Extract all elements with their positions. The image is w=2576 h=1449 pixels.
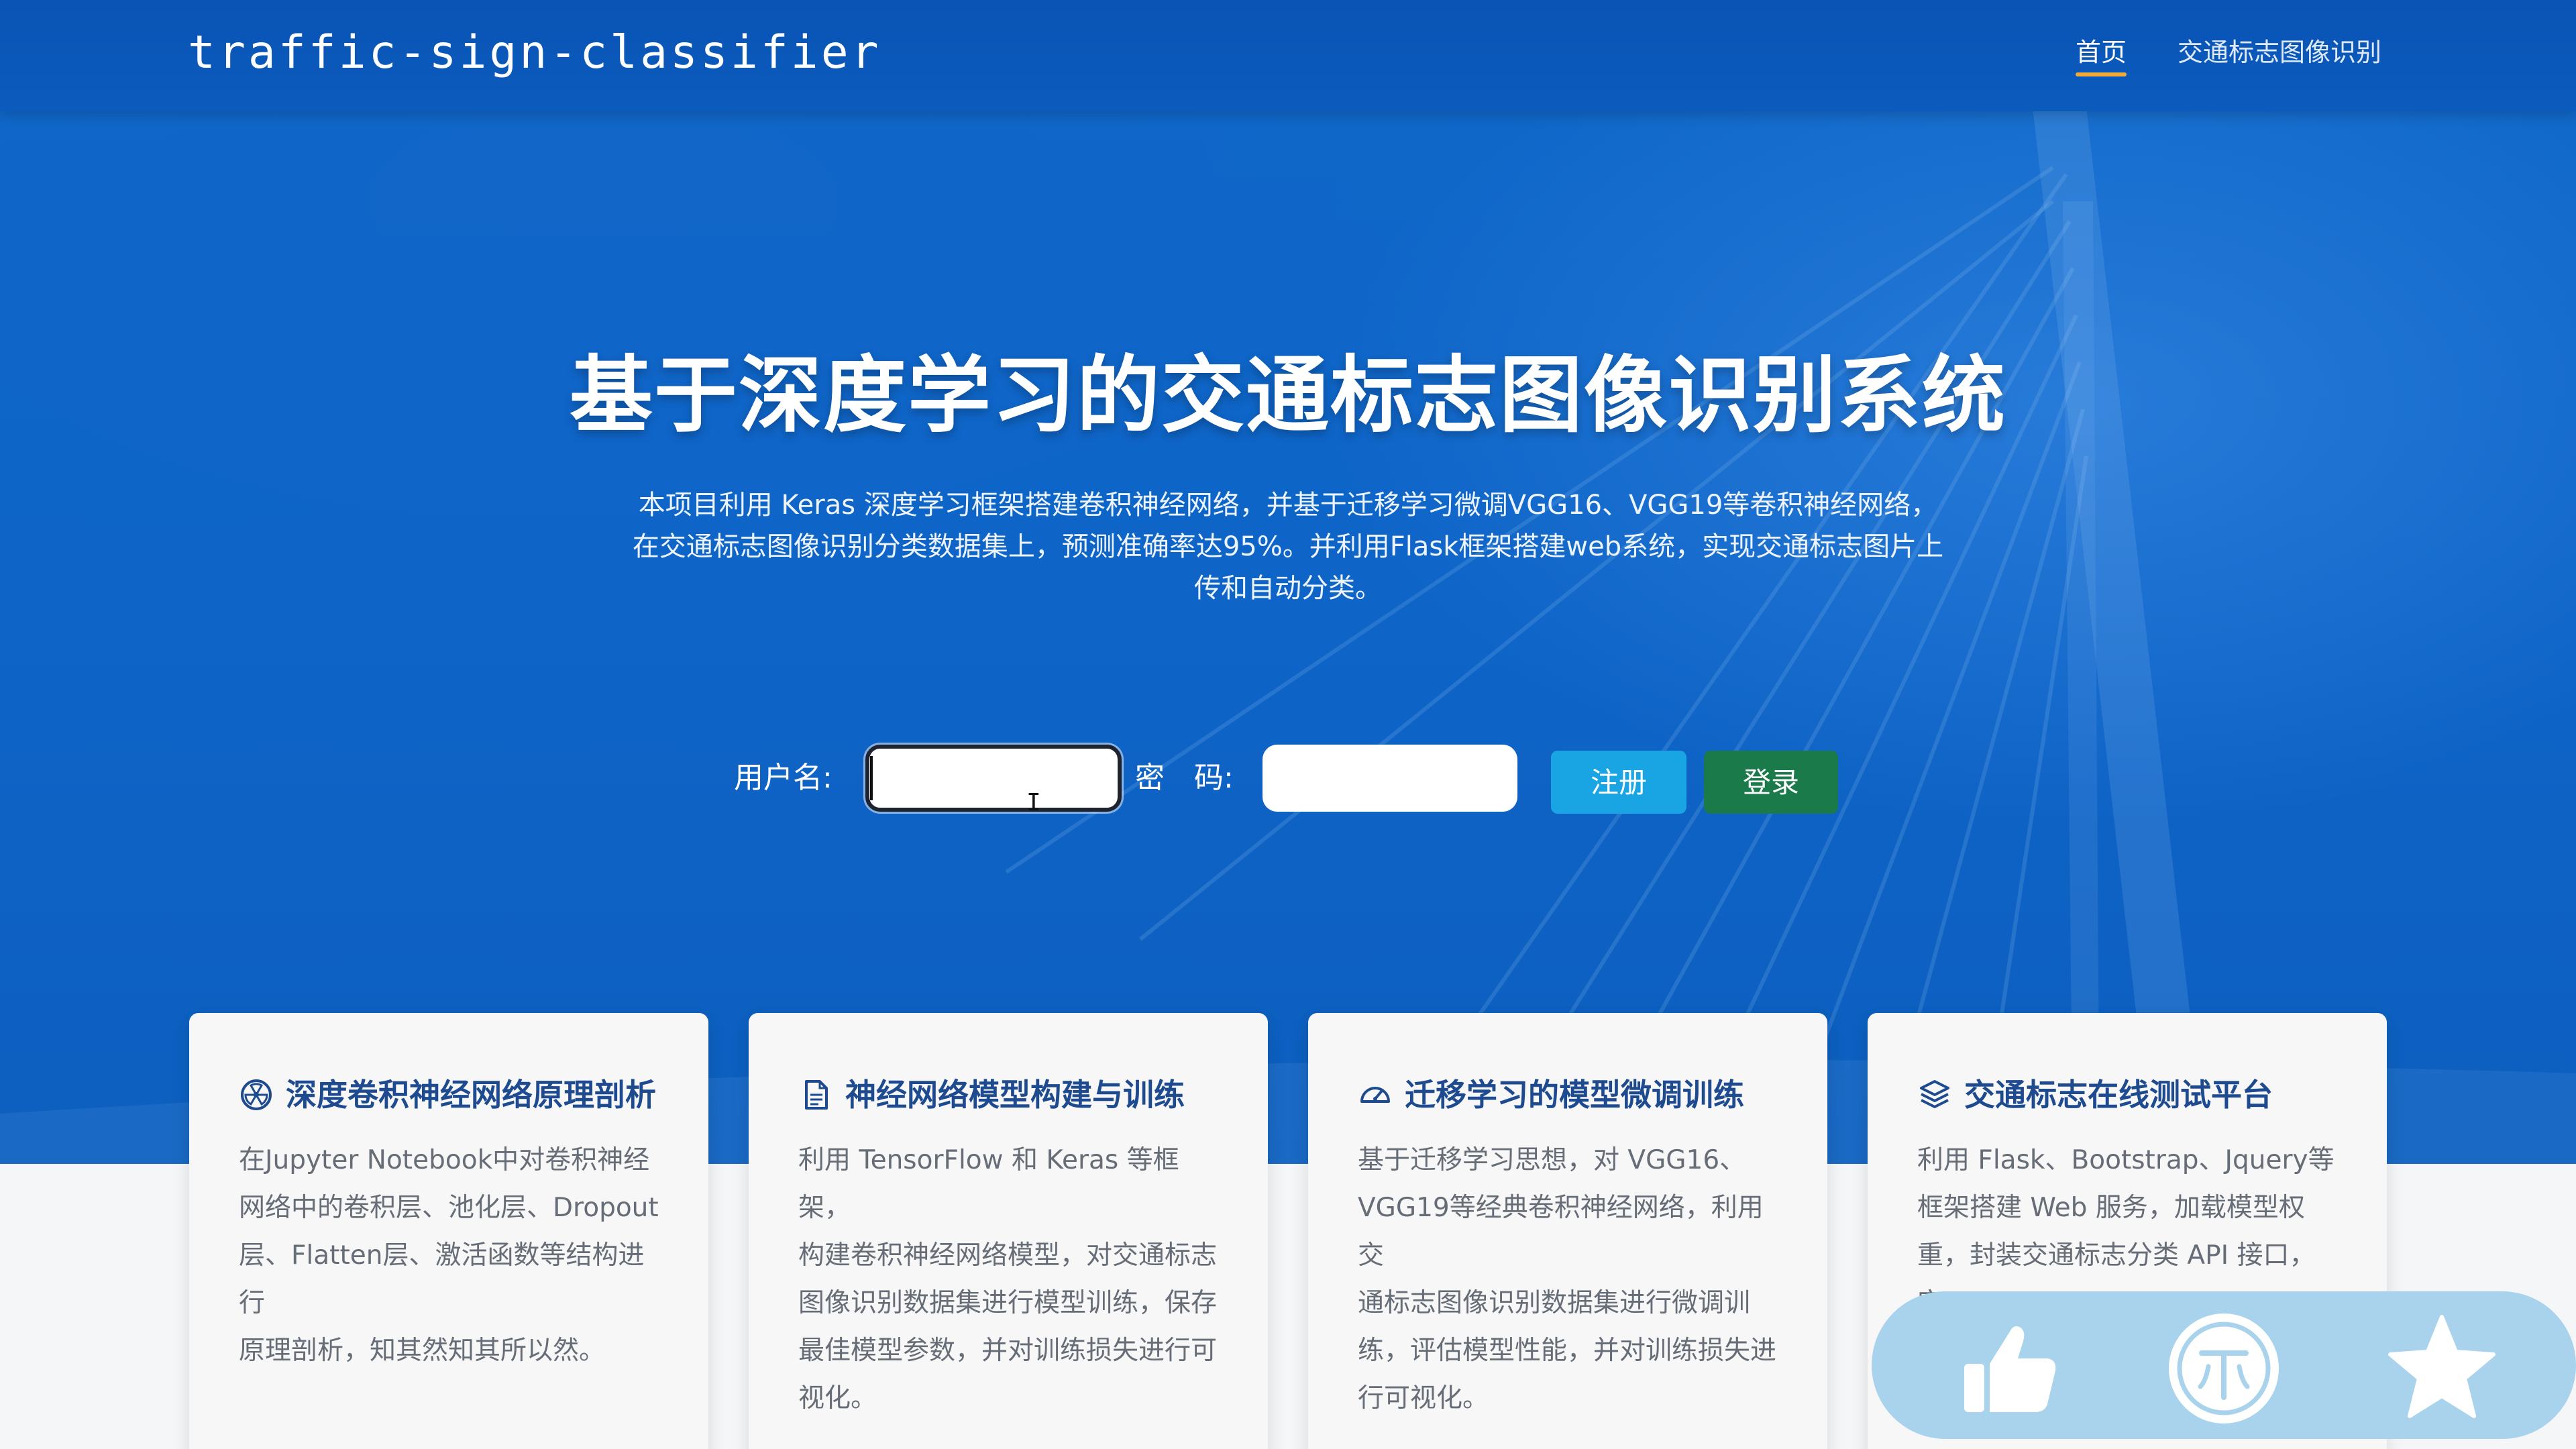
password-input[interactable] [1263, 745, 1517, 812]
thumbs-up-icon[interactable] [1952, 1311, 2066, 1426]
card-title-text: 神经网络模型构建与训练 [845, 1077, 1185, 1113]
card-title: 交通标志在线测试平台 [1917, 1073, 2339, 1116]
nav-item-label: 首页 [2076, 38, 2127, 67]
card-text-line: 行可视化。 [1358, 1383, 1489, 1413]
document-icon [805, 1080, 828, 1110]
nav-item-label: 交通标志图像识别 [2178, 38, 2382, 67]
floating-action-bar [1872, 1291, 2576, 1439]
text-caret [870, 756, 873, 800]
card-text-line: 基于迁移学习思想，对 VGG16、 [1358, 1145, 1746, 1175]
card-description: 在Jupyter Notebook中对卷积神经 网络中的卷积层、池化层、Drop… [239, 1136, 660, 1375]
card-text-line: 框架搭建 Web 服务，加载模型权 [1917, 1193, 2305, 1223]
card-description: 基于迁移学习思想，对 VGG16、 VGG19等经典卷积神经网络，利用交 通标志… [1358, 1136, 1779, 1422]
feature-card-model-training: 神经网络模型构建与训练 利用 TensorFlow 和 Keras 等框架， 构… [749, 1013, 1268, 1449]
card-text-line: 练，评估模型性能，并对训练损失进 [1358, 1336, 1777, 1366]
card-text-line: 网络中的卷积层、池化层、Dropout [239, 1193, 659, 1223]
card-text-line: 利用 Flask、Bootstrap、Jquery等 [1917, 1145, 2334, 1175]
card-text-line: 视化。 [798, 1383, 877, 1413]
card-text-line: 图像识别数据集进行模型训练，保存 [798, 1288, 1218, 1318]
intro-line: 在交通标志图像识别分类数据集上，预测准确率达95%。并利用Flask框架搭建we… [632, 531, 1944, 562]
layers-icon [1920, 1080, 1949, 1108]
card-text-line: VGG19等经典卷积神经网络，利用交 [1358, 1193, 1764, 1271]
top-navbar: traffic-sign-classifier 首页 交通标志图像识别 [0, 0, 2576, 111]
feature-card-cnn-principles: 深度卷积神经网络原理剖析 在Jupyter Notebook中对卷积神经 网络中… [189, 1013, 708, 1449]
login-form: 用户名: I 密 码: 注册 登录 [0, 741, 2576, 816]
username-input[interactable] [865, 745, 1122, 812]
nav-item-home[interactable]: 首页 [2076, 32, 2127, 76]
card-description: 利用 TensorFlow 和 Keras 等框架， 构建卷积神经网络模型，对交… [798, 1136, 1220, 1422]
star-icon[interactable] [2385, 1311, 2499, 1426]
brand-logo-text[interactable]: traffic-sign-classifier [188, 23, 881, 83]
intro-line: 本项目利用 Keras 深度学习框架搭建卷积神经网络，并基于迁移学习微调VGG1… [638, 490, 1938, 521]
radiation-icon [241, 1079, 272, 1110]
active-nav-indicator [2076, 72, 2127, 76]
coin-icon[interactable] [2167, 1311, 2281, 1426]
card-text-line: 构建卷积神经网络模型，对交通标志 [798, 1240, 1218, 1271]
card-title: 迁移学习的模型微调训练 [1358, 1073, 1779, 1116]
speedometer-icon [1360, 1087, 1390, 1103]
login-button[interactable]: 登录 [1704, 751, 1838, 814]
card-text-line: 层、Flatten层、激活函数等结构进行 [239, 1240, 645, 1318]
card-title: 神经网络模型构建与训练 [798, 1073, 1220, 1116]
card-title-text: 交通标志在线测试平台 [1964, 1077, 2273, 1113]
intro-line: 传和自动分类。 [1194, 573, 1382, 604]
card-text-line: 在Jupyter Notebook中对卷积神经 [239, 1145, 650, 1175]
card-text-line: 利用 TensorFlow 和 Keras 等框架， [798, 1145, 1179, 1223]
ibeam-cursor-icon: I [1026, 789, 1041, 816]
feature-card-transfer-learning: 迁移学习的模型微调训练 基于迁移学习思想，对 VGG16、 VGG19等经典卷积… [1308, 1013, 1827, 1449]
page: traffic-sign-classifier 首页 交通标志图像识别 基于深度… [0, 0, 2576, 1449]
card-text-line: 原理剖析，知其然知其所以然。 [239, 1336, 606, 1366]
card-text-line: 最佳模型参数，并对训练损失进行可 [798, 1336, 1218, 1366]
username-label: 用户名: [734, 761, 833, 795]
password-label: 密 码: [1135, 761, 1234, 795]
card-title-text: 深度卷积神经网络原理剖析 [286, 1077, 656, 1113]
nav-item-traffic-sign-recognition[interactable]: 交通标志图像识别 [2178, 32, 2381, 72]
register-button[interactable]: 注册 [1551, 751, 1686, 814]
project-intro: 本项目利用 Keras 深度学习框架搭建卷积神经网络，并基于迁移学习微调VGG1… [617, 484, 1959, 609]
card-text-line: 通标志图像识别数据集进行微调训 [1358, 1288, 1751, 1318]
card-title-text: 迁移学习的模型微调训练 [1405, 1077, 1744, 1113]
card-title: 深度卷积神经网络原理剖析 [239, 1073, 660, 1116]
page-title: 基于深度学习的交通标志图像识别系统 [569, 347, 2006, 444]
